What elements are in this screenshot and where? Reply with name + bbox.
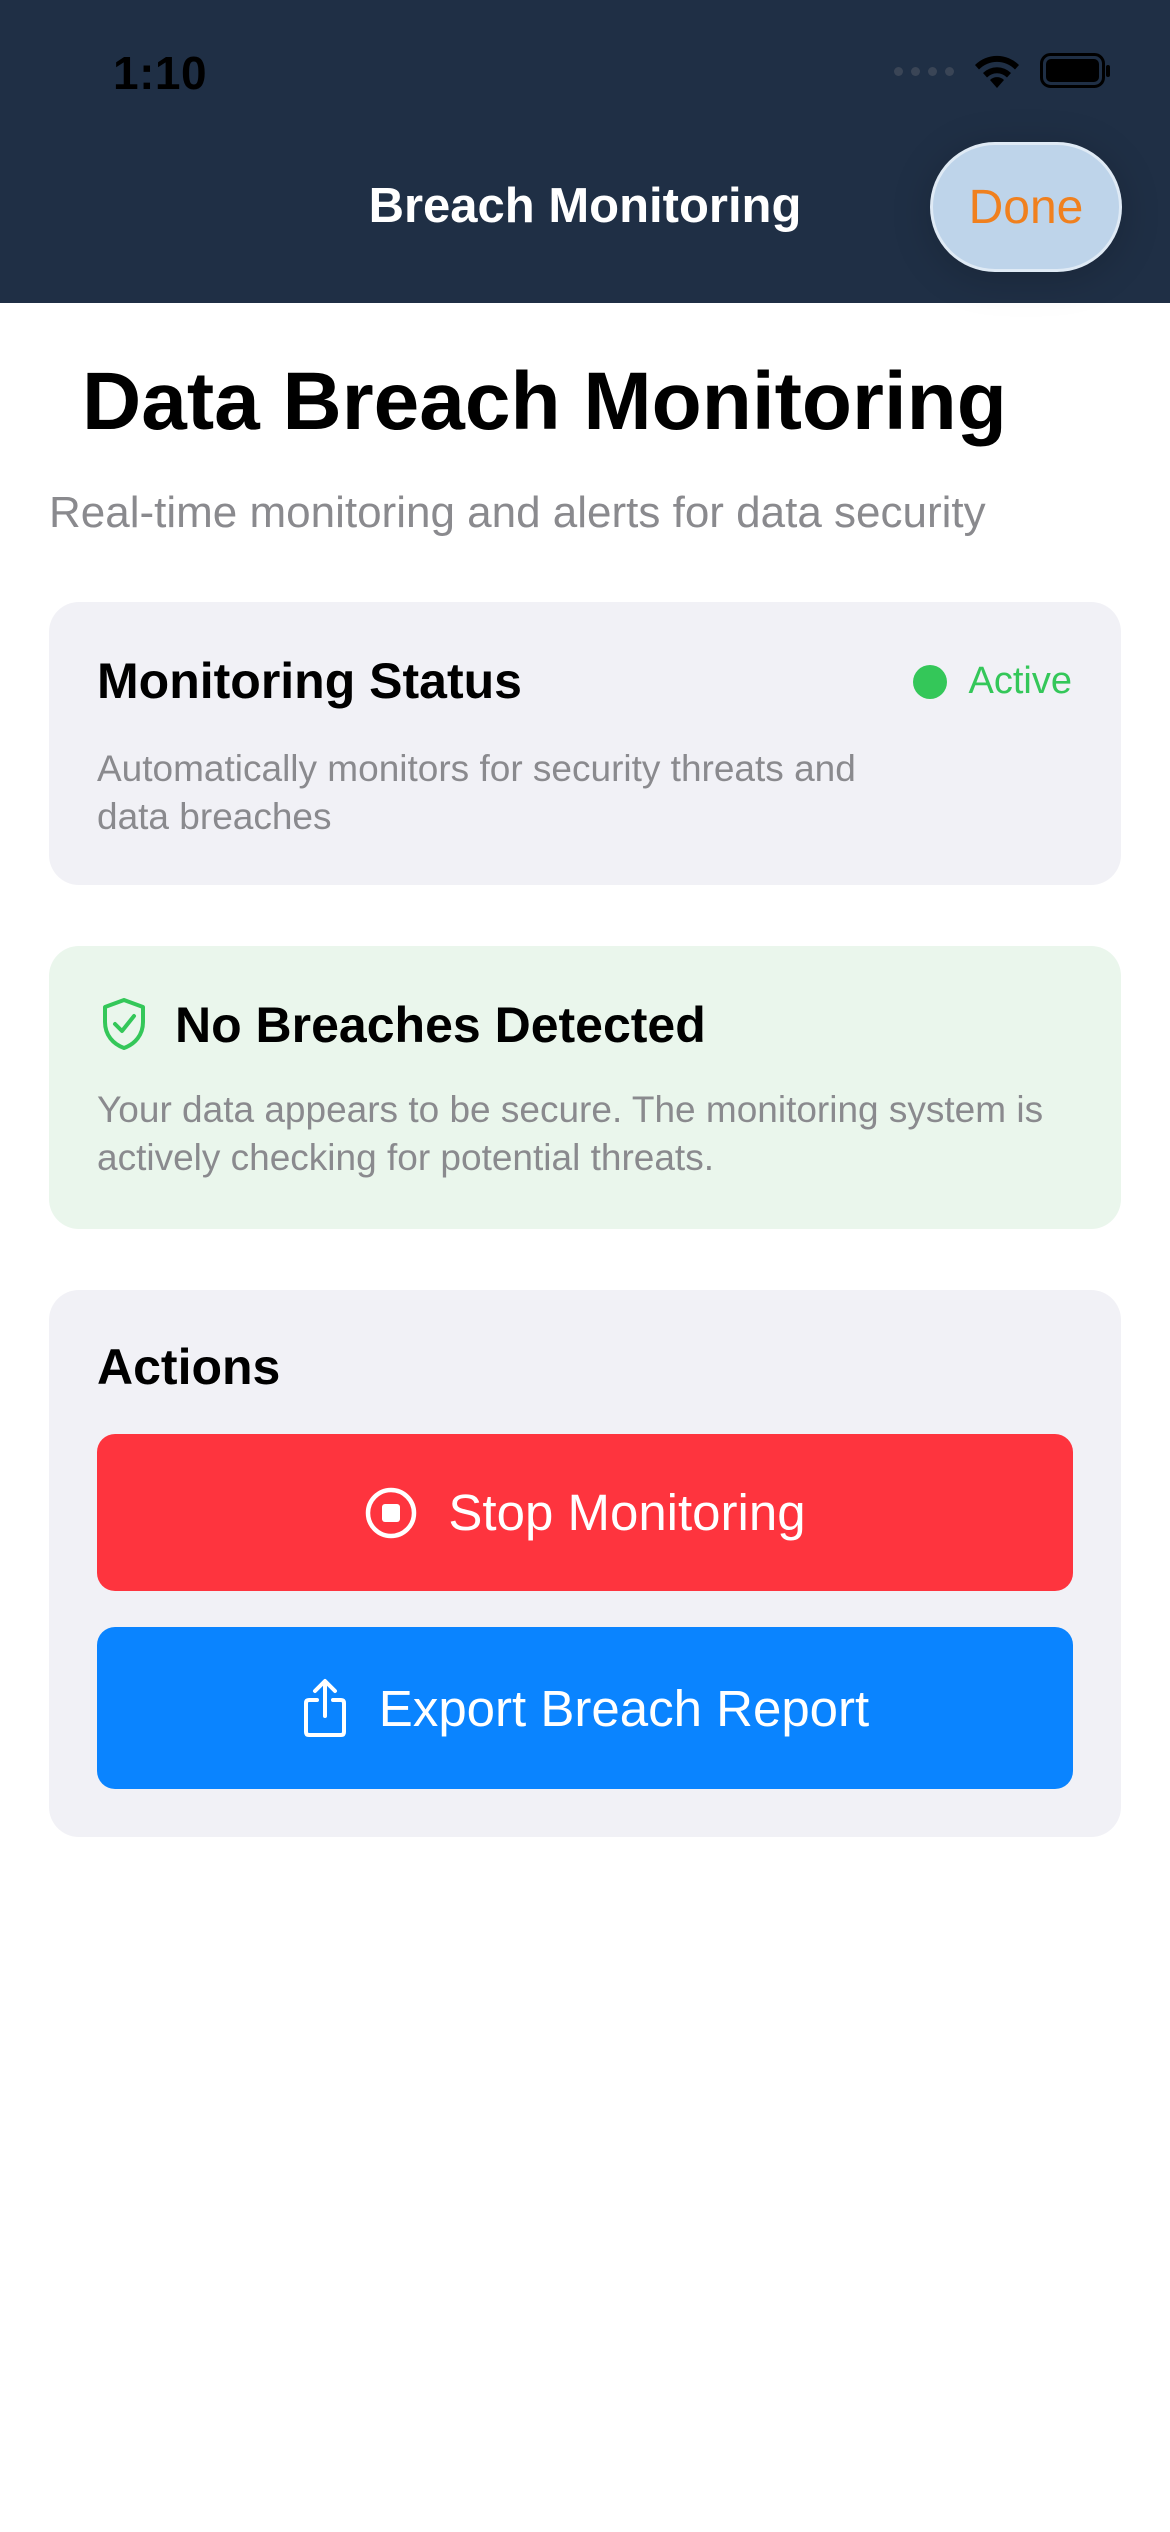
- status-bar-time: 1:10: [113, 47, 208, 99]
- done-button[interactable]: Done: [930, 142, 1122, 272]
- actions-card: Actions Stop Monitoring Export Breach Re…: [49, 1290, 1121, 1837]
- status-badge: Active: [968, 660, 1072, 702]
- status-indicator: Active: [912, 660, 1072, 703]
- breach-result-title: No Breaches Detected: [175, 997, 706, 1053]
- breach-result-description: Your data appears to be secure. The moni…: [97, 1089, 1044, 1178]
- status-dot-icon: [912, 664, 947, 699]
- export-breach-report-button[interactable]: Export Breach Report: [97, 1627, 1073, 1789]
- actions-title: Actions: [97, 1339, 281, 1395]
- stop-monitoring-button[interactable]: Stop Monitoring: [97, 1434, 1073, 1591]
- cellular-signal-icon: [894, 66, 954, 76]
- monitoring-status-card: Monitoring Status Active Automatically m…: [49, 602, 1121, 885]
- battery-icon: [1040, 53, 1112, 89]
- stop-circle-icon: [364, 1486, 418, 1540]
- page-subtitle: Real-time monitoring and alerts for data…: [49, 488, 986, 537]
- page-title: Data Breach Monitoring: [82, 356, 1007, 447]
- monitoring-status-description: Automatically monitors for security thre…: [97, 748, 856, 837]
- export-breach-report-label: Export Breach Report: [378, 1679, 870, 1737]
- monitoring-status-title: Monitoring Status: [97, 653, 522, 709]
- breach-result-card: No Breaches Detected Your data appears t…: [49, 946, 1121, 1229]
- wifi-icon: [972, 52, 1022, 90]
- shield-check-icon: [99, 996, 149, 1057]
- share-icon: [301, 1678, 349, 1738]
- stop-monitoring-label: Stop Monitoring: [448, 1484, 806, 1541]
- status-bar-icons: [894, 52, 1112, 90]
- navigation-header: 1:10 Breach Monitoring Done: [0, 0, 1170, 303]
